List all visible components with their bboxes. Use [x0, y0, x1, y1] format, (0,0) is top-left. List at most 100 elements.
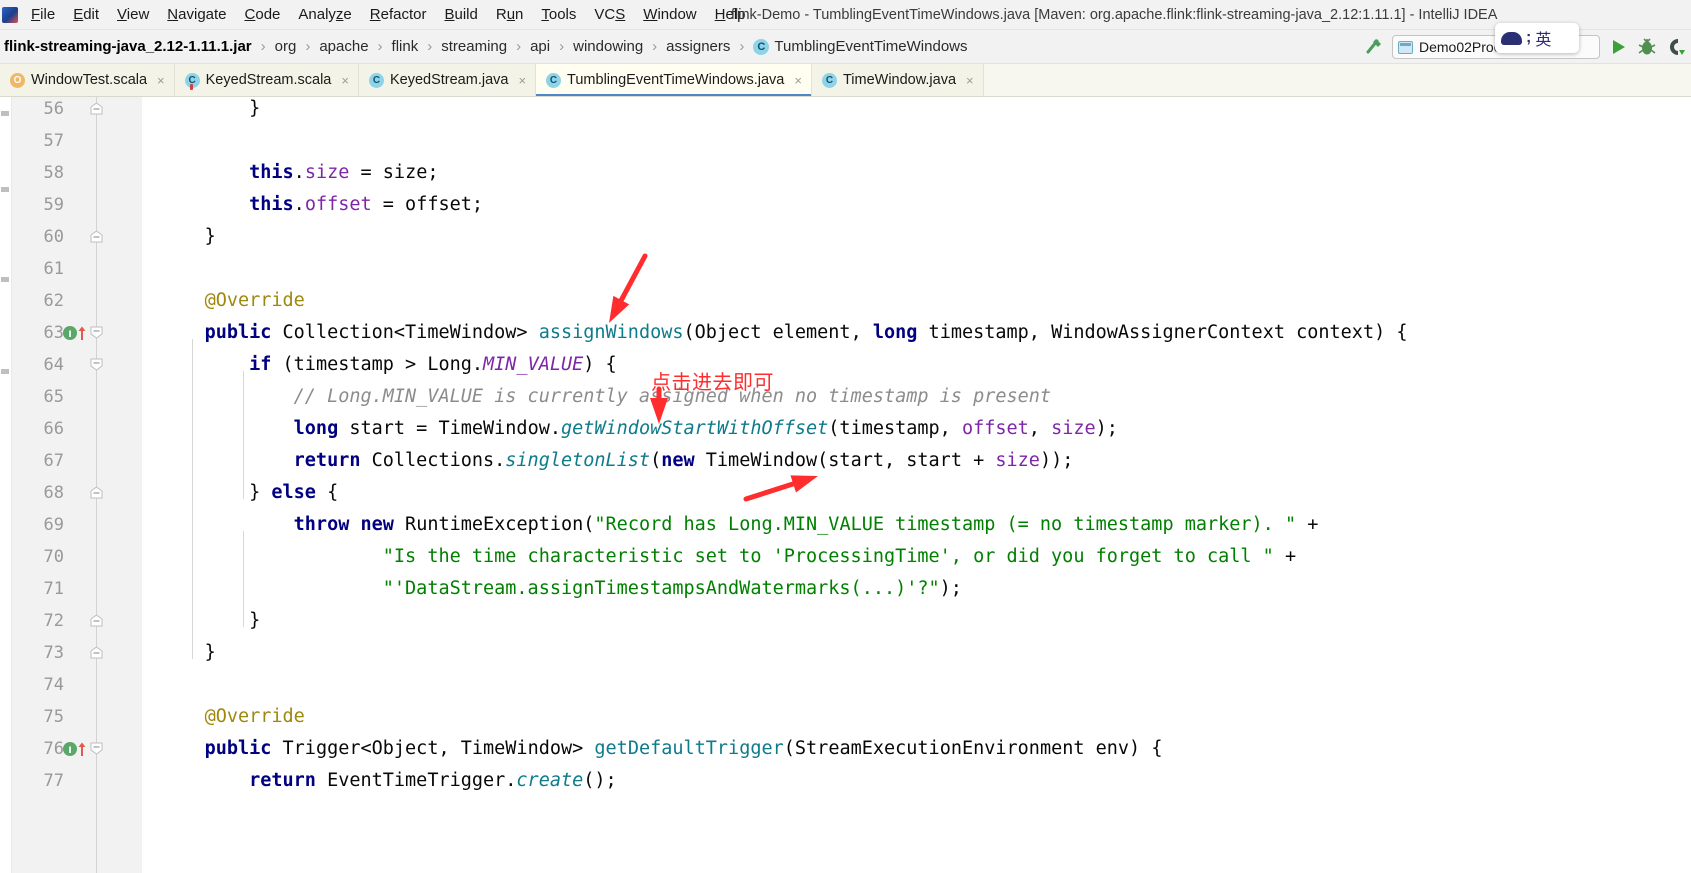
- marker-strip-tick[interactable]: [1, 277, 9, 282]
- close-icon[interactable]: ×: [518, 73, 526, 88]
- fold-end-icon[interactable]: [90, 614, 103, 627]
- editor-gutter[interactable]: 56 57 58 59 60 61 62 63 I 64 65 66 67 68 69 70 71 72 73 74 7…: [12, 97, 142, 873]
- menu-item-navigate[interactable]: Navigate: [158, 3, 235, 26]
- code-line-67[interactable]: return Collections.singletonList(new Tim…: [160, 445, 1074, 477]
- code-line-64[interactable]: if (timestamp > Long.MIN_VALUE) {: [160, 349, 617, 381]
- ime-language-label[interactable]: 英: [1535, 26, 1551, 50]
- fold-end-icon[interactable]: [90, 102, 103, 115]
- code-line-56[interactable]: }: [160, 97, 260, 125]
- marker-strip-tick[interactable]: [1, 369, 9, 374]
- code-line-68[interactable]: } else {: [160, 477, 338, 509]
- menu-item-code[interactable]: Code: [236, 3, 290, 26]
- editor-tab-tumblingeventtimewindows-java[interactable]: C TumblingEventTimeWindows.java ×: [536, 64, 812, 96]
- code-line-62[interactable]: @Override: [160, 285, 305, 317]
- editor-tab-label: KeyedStream.scala: [205, 72, 332, 88]
- code-line-76[interactable]: public Trigger<Object, TimeWindow> getDe…: [160, 733, 1163, 765]
- breadcrumb-item-tumblingeventtimewindows[interactable]: C TumblingEventTimeWindows: [751, 38, 969, 55]
- menu-item-build[interactable]: Build: [435, 3, 486, 26]
- debug-bug-icon[interactable]: [1636, 36, 1658, 58]
- menu-item-view[interactable]: View: [108, 3, 158, 26]
- code-line-72[interactable]: }: [160, 605, 260, 637]
- code-content[interactable]: } this.size = size; this.offset = offset…: [142, 97, 1691, 873]
- close-icon[interactable]: ×: [341, 73, 349, 88]
- breadcrumb-item-api[interactable]: api: [528, 38, 552, 55]
- run-with-coverage-icon[interactable]: [1665, 36, 1687, 58]
- code-line-73[interactable]: }: [160, 637, 216, 669]
- menu-item-window[interactable]: Window: [634, 3, 705, 26]
- close-icon[interactable]: ×: [157, 73, 165, 88]
- ime-logo-icon: [1501, 31, 1522, 45]
- editor-tab-timewindow-java[interactable]: C TimeWindow.java ×: [811, 64, 984, 96]
- breadcrumb-item-label: org: [274, 38, 297, 55]
- ime-language-indicator[interactable]: ; 英: [1495, 23, 1579, 53]
- fold-start-icon[interactable]: [90, 358, 103, 371]
- line-number: 57: [43, 131, 64, 151]
- breadcrumb-separator: ›: [305, 38, 311, 55]
- implemented-method-icon[interactable]: I: [62, 740, 92, 758]
- breadcrumb: flink-streaming-java_2.12-1.11.1.jar › org…: [0, 38, 970, 55]
- editor-area[interactable]: 56 57 58 59 60 61 62 63 I 64 65 66 67 68 69 70 71 72 73 74 7…: [0, 97, 1691, 873]
- hammer-icon[interactable]: [1363, 36, 1385, 58]
- menu-item-run[interactable]: Run: [487, 3, 533, 26]
- breadcrumb-item-windowing[interactable]: windowing: [571, 38, 645, 55]
- line-number: 72: [43, 611, 64, 631]
- breadcrumb-item-flink-streaming-java-2-12-1-11-1-jar[interactable]: flink-streaming-java_2.12-1.11.1.jar: [2, 38, 254, 55]
- code-line-70[interactable]: "Is the time characteristic set to 'Proc…: [160, 541, 1296, 573]
- line-number: 60: [43, 227, 64, 247]
- menu-item-refactor[interactable]: Refactor: [361, 3, 436, 26]
- code-line-66[interactable]: long start = TimeWindow.getWindowStartWi…: [160, 413, 1118, 445]
- menu-item-edit[interactable]: Edit: [64, 3, 108, 26]
- line-number: 62: [43, 291, 64, 311]
- editor-tab-windowtest-scala[interactable]: O WindowTest.scala ×: [0, 64, 175, 96]
- line-number: 64: [43, 355, 64, 375]
- breadcrumb-item-label: TumblingEventTimeWindows: [774, 38, 968, 55]
- scala-class-icon: C: [184, 72, 200, 90]
- window-title: flink-Demo - TumblingEventTimeWindows.ja…: [731, 7, 1498, 23]
- fold-end-icon[interactable]: [90, 646, 103, 659]
- line-number: 68: [43, 483, 64, 503]
- editor-marker-strip[interactable]: [0, 97, 12, 873]
- implemented-method-icon[interactable]: I: [62, 324, 92, 342]
- menu-item-file[interactable]: File: [22, 3, 64, 26]
- code-line-60[interactable]: }: [160, 221, 216, 253]
- ime-punctuation-mode[interactable]: ;: [1526, 29, 1531, 47]
- breadcrumb-item-apache[interactable]: apache: [317, 38, 370, 55]
- menu-item-tools[interactable]: Tools: [532, 3, 585, 26]
- editor-tab-keyedstream-java[interactable]: C KeyedStream.java ×: [358, 64, 537, 96]
- breadcrumb-item-label: streaming: [441, 38, 508, 55]
- breadcrumb-item-label: apache: [319, 38, 369, 55]
- close-icon[interactable]: ×: [966, 73, 974, 88]
- menu-item-vcs[interactable]: VCS: [585, 3, 634, 26]
- code-line-59[interactable]: this.offset = offset;: [160, 189, 483, 221]
- breadcrumb-separator: ›: [652, 38, 658, 55]
- run-configuration-icon: [1398, 40, 1413, 54]
- breadcrumb-separator: ›: [377, 38, 383, 55]
- line-number: 63: [43, 323, 64, 343]
- run-play-icon[interactable]: [1607, 36, 1629, 58]
- breadcrumb-separator: ›: [260, 38, 266, 55]
- close-icon[interactable]: ×: [794, 73, 802, 88]
- code-line-71[interactable]: "'DataStream.assignTimestampsAndWatermar…: [160, 573, 962, 605]
- breadcrumb-item-flink[interactable]: flink: [390, 38, 421, 55]
- line-number: 59: [43, 195, 64, 215]
- breadcrumb-item-assigners[interactable]: assigners: [664, 38, 732, 55]
- code-line-75[interactable]: @Override: [160, 701, 305, 733]
- line-number: 77: [43, 771, 64, 791]
- code-line-65[interactable]: // Long.MIN_VALUE is currently assigned …: [160, 381, 1051, 413]
- code-line-77[interactable]: return EventTimeTrigger.create();: [160, 765, 617, 797]
- marker-strip-tick[interactable]: [1, 187, 9, 192]
- class-badge-icon: C: [753, 38, 770, 55]
- breadcrumb-item-org[interactable]: org: [273, 38, 299, 55]
- editor-tab-keyedstream-scala[interactable]: C KeyedStream.scala ×: [174, 64, 359, 96]
- breadcrumb-item-label: assigners: [666, 38, 731, 55]
- code-line-58[interactable]: this.size = size;: [160, 157, 438, 189]
- code-line-69[interactable]: throw new RuntimeException("Record has L…: [160, 509, 1319, 541]
- editor-tab-label: KeyedStream.java: [389, 72, 509, 88]
- indent-guide: [243, 531, 244, 627]
- marker-strip-tick[interactable]: [1, 111, 9, 116]
- fold-end-icon[interactable]: [90, 230, 103, 243]
- menu-item-analyze[interactable]: Analyze: [289, 3, 360, 26]
- code-line-63[interactable]: public Collection<TimeWindow> assignWind…: [160, 317, 1408, 349]
- breadcrumb-item-streaming[interactable]: streaming: [439, 38, 509, 55]
- fold-end-icon[interactable]: [90, 486, 103, 499]
